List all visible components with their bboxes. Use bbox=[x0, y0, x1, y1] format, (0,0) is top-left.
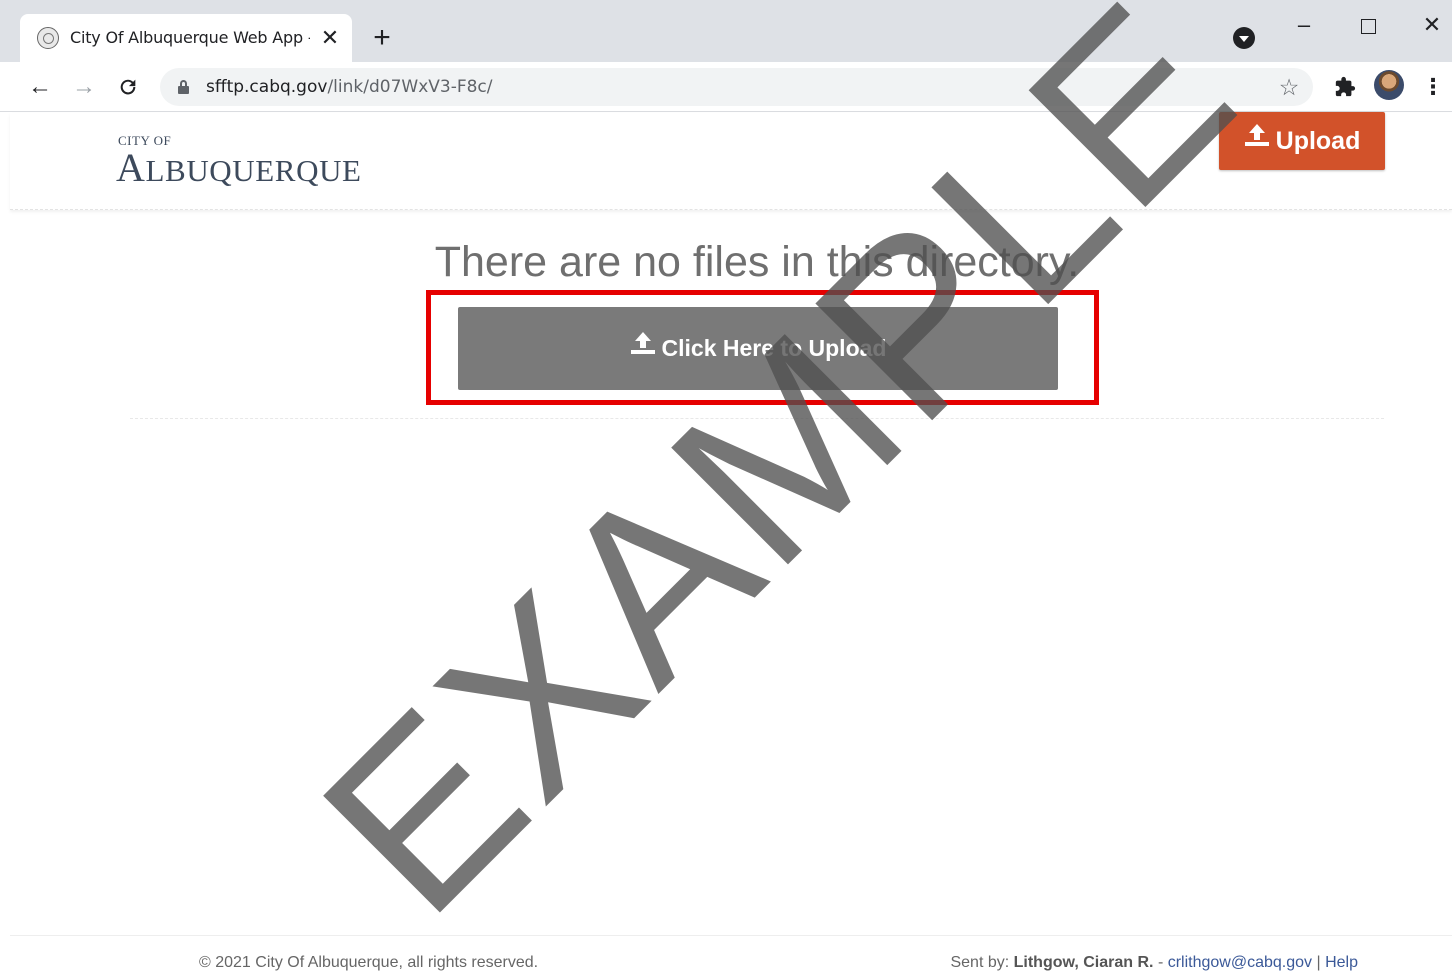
url-text[interactable]: sfftp.cabq.gov/link/d07WxV3-F8c/ bbox=[206, 76, 493, 98]
lock-icon[interactable] bbox=[178, 80, 189, 94]
header-upload-button[interactable]: Upload bbox=[1219, 112, 1385, 170]
sender-separator: - bbox=[1157, 954, 1164, 971]
footer-divider bbox=[10, 935, 1452, 936]
logo-rest: LBUQUERQUE bbox=[145, 153, 362, 188]
tab-search-icon[interactable] bbox=[1233, 27, 1255, 49]
new-tab-button[interactable]: + bbox=[368, 23, 396, 53]
logo-initial: A bbox=[116, 145, 146, 190]
sent-by-prefix: Sent by: bbox=[950, 954, 1010, 971]
browser-titlebar: City Of Albuquerque Web App - Link ✕ + –… bbox=[0, 0, 1452, 62]
city-seal-icon bbox=[37, 27, 59, 49]
browser-tab[interactable]: City Of Albuquerque Web App - Link ✕ bbox=[20, 14, 352, 62]
avatar[interactable] bbox=[1374, 70, 1404, 100]
address-bar[interactable]: sfftp.cabq.gov/link/d07WxV3-F8c/ ☆ bbox=[160, 68, 1313, 106]
bookmark-star-icon[interactable]: ☆ bbox=[1276, 74, 1302, 100]
forward-arrow-icon[interactable]: → bbox=[69, 72, 99, 102]
sender-name: Lithgow, Ciaran R. bbox=[1013, 954, 1154, 971]
footer-pipe: | bbox=[1316, 954, 1321, 971]
sender-email-link[interactable]: crlithgow@cabq.gov bbox=[1168, 954, 1312, 971]
back-arrow-icon[interactable]: ← bbox=[25, 72, 55, 102]
footer-copyright: © 2021 City Of Albuquerque, all rights r… bbox=[199, 954, 539, 971]
browser-toolbar: ← → sfftp.cabq.gov/link/d07WxV3-F8c/ ☆ ⋮ bbox=[0, 62, 1452, 112]
menu-dots-icon[interactable]: ⋮ bbox=[1421, 72, 1445, 102]
puzzle-icon[interactable] bbox=[1332, 74, 1358, 100]
header-upload-label: Upload bbox=[1275, 127, 1361, 155]
tab-title: City Of Albuquerque Web App - Link bbox=[70, 28, 310, 47]
upload-icon bbox=[1244, 110, 1270, 168]
highlight-annotation bbox=[426, 290, 1099, 405]
close-tab-icon[interactable]: ✕ bbox=[318, 26, 342, 50]
content-divider bbox=[130, 418, 1384, 419]
reload-icon[interactable] bbox=[113, 72, 143, 102]
close-window-button[interactable]: ✕ bbox=[1412, 10, 1452, 40]
help-link[interactable]: Help bbox=[1325, 954, 1358, 971]
maximize-icon bbox=[1360, 18, 1376, 34]
logo-albuquerque[interactable]: ALBUQUERQUE bbox=[116, 146, 362, 193]
footer-sent-by: Sent by: Lithgow, Ciaran R. - crlithgow@… bbox=[950, 954, 1358, 972]
empty-directory-message: There are no files in this directory. bbox=[434, 238, 1080, 286]
url-path: /link/d07WxV3-F8c/ bbox=[327, 77, 493, 97]
url-host: sfftp.cabq.gov bbox=[206, 77, 328, 97]
minimize-button[interactable]: – bbox=[1284, 10, 1324, 40]
maximize-button[interactable] bbox=[1348, 10, 1388, 40]
